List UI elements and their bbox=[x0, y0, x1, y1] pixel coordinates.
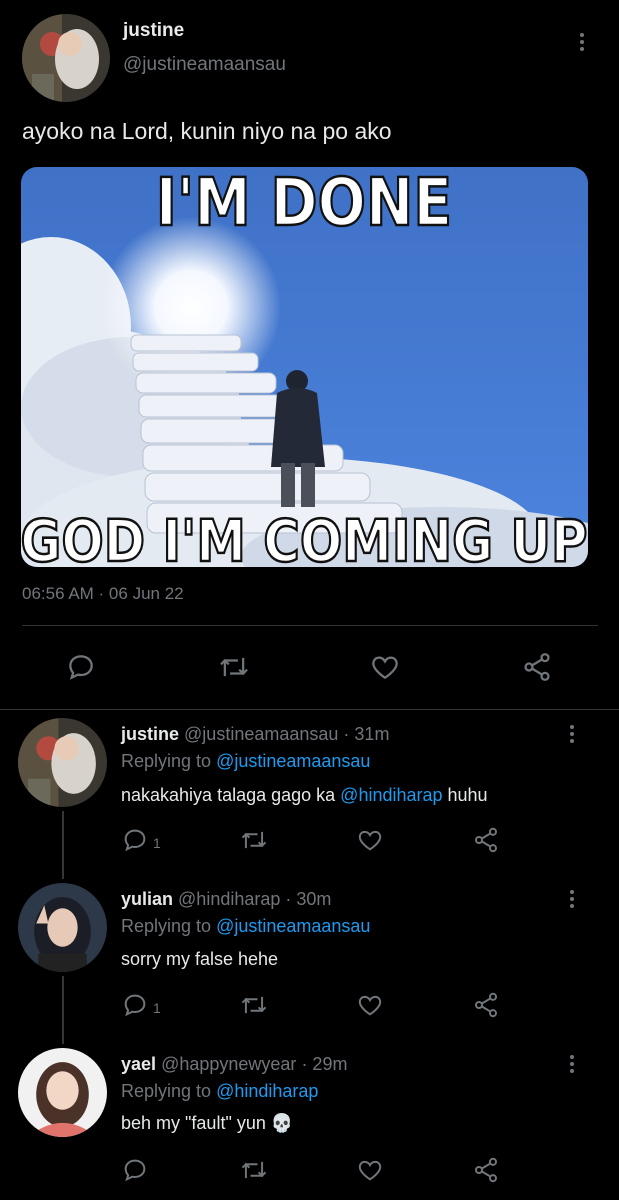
reply-display-name[interactable]: yael bbox=[121, 1054, 156, 1074]
mention-link[interactable]: @hindiharap bbox=[340, 785, 442, 805]
avatar[interactable] bbox=[18, 718, 107, 807]
tweet-media-image[interactable]: I'M DONE GOD I'M COMING UP bbox=[21, 167, 588, 567]
avatar[interactable] bbox=[18, 1048, 107, 1137]
retweet-button[interactable] bbox=[239, 991, 269, 1019]
reply-count: 1 bbox=[153, 1000, 161, 1016]
tweet-text: ayoko na Lord, kunin niyo na po ako bbox=[22, 118, 392, 144]
avatar-image bbox=[18, 1048, 107, 1137]
reply-display-name[interactable]: yulian bbox=[121, 889, 173, 909]
like-button[interactable] bbox=[369, 651, 401, 683]
replying-label: Replying to bbox=[121, 751, 212, 771]
retweet-icon bbox=[220, 657, 248, 677]
reply-text: beh my "fault" yun bbox=[121, 1113, 266, 1133]
replying-label: Replying to bbox=[121, 1081, 212, 1101]
skull-emoji-icon: 💀 bbox=[270, 1113, 294, 1133]
share-button[interactable] bbox=[472, 1156, 500, 1184]
replying-to-mention[interactable]: @justineamaansau bbox=[216, 916, 370, 936]
replying-label: Replying to bbox=[121, 916, 212, 936]
reply-time: · 29m bbox=[301, 1054, 348, 1074]
reply-button[interactable] bbox=[65, 651, 97, 683]
avatar-image bbox=[18, 718, 107, 807]
divider bbox=[0, 709, 619, 710]
share-button[interactable] bbox=[472, 826, 500, 854]
author-display-name[interactable]: justine bbox=[123, 20, 184, 42]
reply-button[interactable]: 1 bbox=[121, 991, 161, 1019]
more-vertical-icon[interactable] bbox=[579, 33, 585, 54]
share-button[interactable] bbox=[521, 651, 553, 683]
retweet-icon bbox=[241, 831, 267, 849]
reply-handle[interactable]: @justineamaansau bbox=[184, 724, 338, 744]
heart-icon bbox=[358, 995, 382, 1016]
share-icon bbox=[524, 653, 550, 681]
thread-line bbox=[62, 976, 64, 1044]
like-button[interactable] bbox=[356, 991, 384, 1019]
tweet-timestamp[interactable]: 06:56 AM · 06 Jun 22 bbox=[22, 584, 184, 604]
avatar-image bbox=[18, 883, 107, 972]
avatar-image bbox=[22, 14, 110, 102]
meme-image: I'M DONE GOD I'M COMING UP bbox=[21, 167, 588, 567]
share-icon bbox=[474, 1157, 498, 1183]
reply-handle[interactable]: @hindiharap bbox=[178, 889, 280, 909]
more-vertical-icon[interactable] bbox=[569, 890, 575, 911]
author-handle[interactable]: @justineamaansau bbox=[123, 54, 286, 76]
reply-display-name[interactable]: justine bbox=[121, 724, 179, 744]
reply-text: huhu bbox=[442, 785, 488, 805]
avatar[interactable] bbox=[22, 14, 110, 102]
reply-text: nakakahiya talaga gago ka bbox=[121, 785, 341, 805]
retweet-button[interactable] bbox=[239, 1156, 269, 1184]
more-vertical-icon[interactable] bbox=[569, 1055, 575, 1076]
retweet-button[interactable] bbox=[239, 826, 269, 854]
retweet-icon bbox=[241, 996, 267, 1014]
like-button[interactable] bbox=[356, 1156, 384, 1184]
reply-text: sorry my false hehe bbox=[121, 949, 279, 969]
share-button[interactable] bbox=[472, 991, 500, 1019]
divider bbox=[22, 625, 598, 626]
reply-button[interactable]: 1 bbox=[121, 826, 161, 854]
reply-icon bbox=[124, 994, 146, 1017]
reply-icon bbox=[124, 1159, 146, 1182]
share-icon bbox=[474, 827, 498, 853]
replying-to-mention[interactable]: @hindiharap bbox=[216, 1081, 318, 1101]
reply-time: · 31m bbox=[343, 724, 390, 744]
meme-bottom-caption: GOD I'M COMING UP bbox=[21, 507, 588, 567]
reply-icon bbox=[124, 829, 146, 852]
thread-line bbox=[62, 811, 64, 879]
retweet-icon bbox=[241, 1161, 267, 1179]
reply-handle[interactable]: @happynewyear bbox=[161, 1054, 296, 1074]
reply-time: · 30m bbox=[285, 889, 332, 909]
more-vertical-icon[interactable] bbox=[569, 725, 575, 746]
heart-icon bbox=[358, 1160, 382, 1181]
replying-to-mention[interactable]: @justineamaansau bbox=[216, 751, 370, 771]
reply-button[interactable] bbox=[121, 1156, 153, 1184]
like-button[interactable] bbox=[356, 826, 384, 854]
reply-count: 1 bbox=[153, 835, 161, 851]
retweet-button[interactable] bbox=[217, 651, 251, 683]
heart-icon bbox=[358, 830, 382, 851]
share-icon bbox=[474, 992, 498, 1018]
reply-icon bbox=[69, 655, 93, 680]
avatar[interactable] bbox=[18, 883, 107, 972]
heart-icon bbox=[372, 656, 398, 680]
meme-top-caption: I'M DONE bbox=[156, 167, 452, 241]
